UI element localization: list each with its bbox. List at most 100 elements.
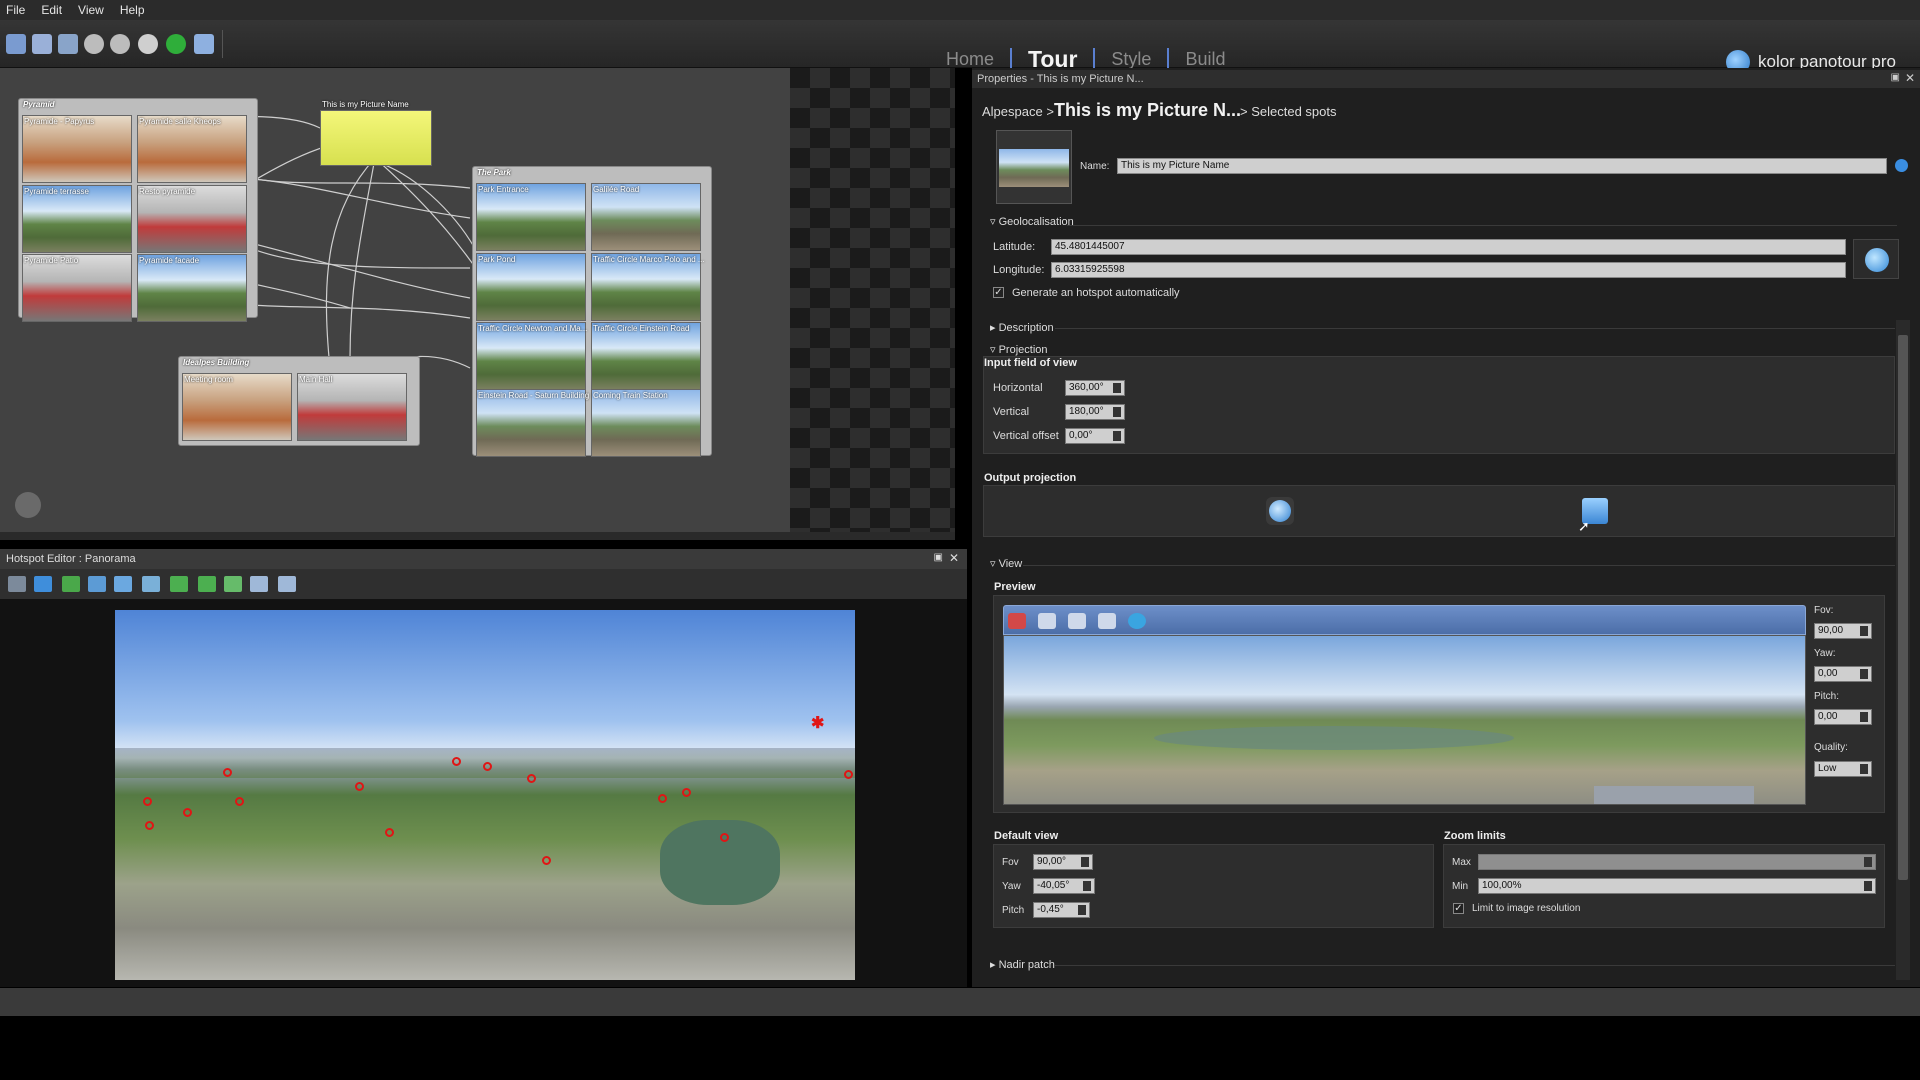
- spherical-projection-button[interactable]: [1266, 497, 1294, 525]
- map-button[interactable]: [1853, 239, 1899, 279]
- node-traffic-circle-einstein[interactable]: Traffic Circle Einstein Road: [591, 322, 701, 390]
- export-icon[interactable]: [278, 576, 296, 592]
- rect-select-icon[interactable]: [34, 576, 52, 592]
- preview-yaw-spinbox[interactable]: 0,00: [1814, 666, 1872, 682]
- menu-view[interactable]: View: [78, 3, 104, 17]
- latitude-input[interactable]: 45.4801445007: [1051, 239, 1846, 255]
- description-header[interactable]: ▸ Description: [990, 321, 1054, 334]
- hotspot-marker[interactable]: [682, 788, 691, 797]
- horizontal-spinbox[interactable]: 360,00°: [1065, 380, 1125, 396]
- hotspot-marker[interactable]: [143, 797, 152, 806]
- remove-point-icon[interactable]: [198, 576, 216, 592]
- grid-icon[interactable]: [224, 576, 242, 592]
- node-pyramide-patio[interactable]: Pyramide Patio: [22, 254, 132, 322]
- hotspot-marker[interactable]: [542, 856, 551, 865]
- limit-resolution-checkbox[interactable]: ✓: [1453, 903, 1464, 914]
- quality-select[interactable]: Low: [1814, 761, 1872, 777]
- node-resto-pyramide[interactable]: Resto pyramide: [137, 185, 247, 253]
- zoom-fit-icon[interactable]: [114, 576, 132, 592]
- auto-hotspot-checkbox[interactable]: ✓: [993, 287, 1004, 298]
- save-icon[interactable]: [32, 34, 52, 54]
- preview-window-icon[interactable]: [194, 34, 214, 54]
- projection-header[interactable]: ▿ Projection: [990, 343, 1048, 356]
- settings-gear-icon[interactable]: [138, 34, 158, 54]
- float-panel-icon[interactable]: ▣: [934, 552, 943, 563]
- min-spinbox[interactable]: 100,00%: [1478, 878, 1876, 894]
- longitude-input[interactable]: 6.03315925598: [1051, 262, 1846, 278]
- node-traffic-circle-newton[interactable]: Traffic Circle Newton and Ma...: [476, 322, 587, 390]
- add-panorama-icon[interactable]: [58, 34, 78, 54]
- node-einstein-road-saturn[interactable]: Einstein Road - Saturn Building: [476, 389, 589, 457]
- vertical-spinbox[interactable]: 180,00°: [1065, 404, 1125, 420]
- minimap-toggle-icon[interactable]: [15, 492, 41, 518]
- menu-file[interactable]: File: [6, 3, 25, 17]
- group-idealpes-building[interactable]: Idealpes Building Meeting room Main Hall: [178, 356, 420, 446]
- graph-scrollbar[interactable]: [0, 532, 955, 540]
- fit-icon[interactable]: [1068, 613, 1086, 629]
- zoom-in-icon[interactable]: [1038, 613, 1056, 629]
- node-coming-train-station[interactable]: Coming Train Station: [591, 389, 701, 457]
- menu-help[interactable]: Help: [120, 3, 145, 17]
- point-hotspot-icon[interactable]: [62, 576, 80, 592]
- play-icon[interactable]: [166, 34, 186, 54]
- breadcrumb-suffix[interactable]: > Selected spots: [1240, 104, 1336, 119]
- node-park-entrance[interactable]: Park Entrance: [476, 183, 586, 251]
- dv-pitch-spinbox[interactable]: -0,45°: [1033, 902, 1090, 918]
- max-spinbox[interactable]: [1478, 854, 1876, 870]
- info-icon[interactable]: [1895, 159, 1908, 172]
- hotspot-marker[interactable]: [385, 828, 394, 837]
- close-panel-icon[interactable]: ✕: [1905, 71, 1915, 85]
- close-panel-icon[interactable]: ✕: [949, 551, 959, 565]
- scrollbar-thumb[interactable]: [1898, 335, 1908, 880]
- node-galilee-road[interactable]: Galilée Road: [591, 183, 701, 251]
- polygon-hotspot-icon[interactable]: [88, 576, 106, 592]
- compass-icon[interactable]: [1128, 613, 1146, 629]
- hotspot-marker[interactable]: [355, 782, 364, 791]
- node-park-pond[interactable]: Park Pond: [476, 253, 586, 321]
- hotspot-marker[interactable]: [658, 794, 667, 803]
- hotspot-marker[interactable]: [527, 774, 536, 783]
- select-tool-icon[interactable]: [8, 576, 26, 592]
- hotspot-marker[interactable]: [483, 762, 492, 771]
- nadir-patch-header[interactable]: ▸ Nadir patch: [990, 958, 1055, 971]
- node-pyramide-facade[interactable]: Pyramide facade: [137, 254, 247, 322]
- node-pyramide-terrasse[interactable]: Pyramide terrasse: [22, 185, 132, 253]
- group-the-park[interactable]: The Park Park Entrance Galilée Road Park…: [472, 166, 712, 457]
- zoom-icon[interactable]: [142, 576, 160, 592]
- tab-home[interactable]: Home: [930, 49, 1010, 70]
- float-panel-icon[interactable]: ▣: [1891, 72, 1900, 83]
- hotspot-marker[interactable]: [452, 757, 461, 766]
- vertical-offset-spinbox[interactable]: 0,00°: [1065, 428, 1125, 444]
- dv-yaw-spinbox[interactable]: -40,05°: [1033, 878, 1095, 894]
- redo-icon[interactable]: [110, 34, 130, 54]
- fullscreen-icon[interactable]: [1008, 613, 1026, 629]
- selected-hotspot-icon[interactable]: ✱: [811, 713, 824, 733]
- preview-pitch-spinbox[interactable]: 0,00: [1814, 709, 1872, 725]
- hotspot-marker[interactable]: [223, 768, 232, 777]
- node-meeting-room[interactable]: Meeting room: [182, 373, 292, 441]
- menu-edit[interactable]: Edit: [41, 3, 62, 17]
- tab-build[interactable]: Build: [1169, 49, 1241, 70]
- view-header[interactable]: ▿ View: [990, 557, 1022, 570]
- node-traffic-circle-marco-polo[interactable]: Traffic Circle Marco Polo and ...: [591, 253, 705, 321]
- undo-icon[interactable]: [84, 34, 104, 54]
- breadcrumb-root[interactable]: Alpespace >: [982, 104, 1054, 119]
- name-input[interactable]: This is my Picture Name: [1117, 158, 1887, 174]
- zoom-out-icon[interactable]: [1098, 613, 1116, 629]
- hotspot-marker[interactable]: [844, 770, 853, 779]
- hotspot-marker[interactable]: [145, 821, 154, 830]
- panorama-image[interactable]: ✱: [115, 610, 855, 980]
- node-pyramide-salle-kheops[interactable]: Pyramide salle Kheops: [137, 115, 247, 183]
- image-icon[interactable]: [250, 576, 268, 592]
- new-project-icon[interactable]: [6, 34, 26, 54]
- node-pyramide-papyrus[interactable]: Pyramide - Papyrus: [22, 115, 132, 183]
- add-point-icon[interactable]: [170, 576, 188, 592]
- preview-fov-spinbox[interactable]: 90,00: [1814, 623, 1872, 639]
- preview-viewer[interactable]: [1003, 635, 1806, 805]
- node-selected-picture[interactable]: This is my Picture Name: [320, 100, 432, 166]
- hotspot-marker[interactable]: [183, 808, 192, 817]
- hotspot-marker[interactable]: [720, 833, 729, 842]
- hotspot-marker[interactable]: [235, 797, 244, 806]
- dv-fov-spinbox[interactable]: 90,00°: [1033, 854, 1093, 870]
- tab-style[interactable]: Style: [1095, 49, 1167, 70]
